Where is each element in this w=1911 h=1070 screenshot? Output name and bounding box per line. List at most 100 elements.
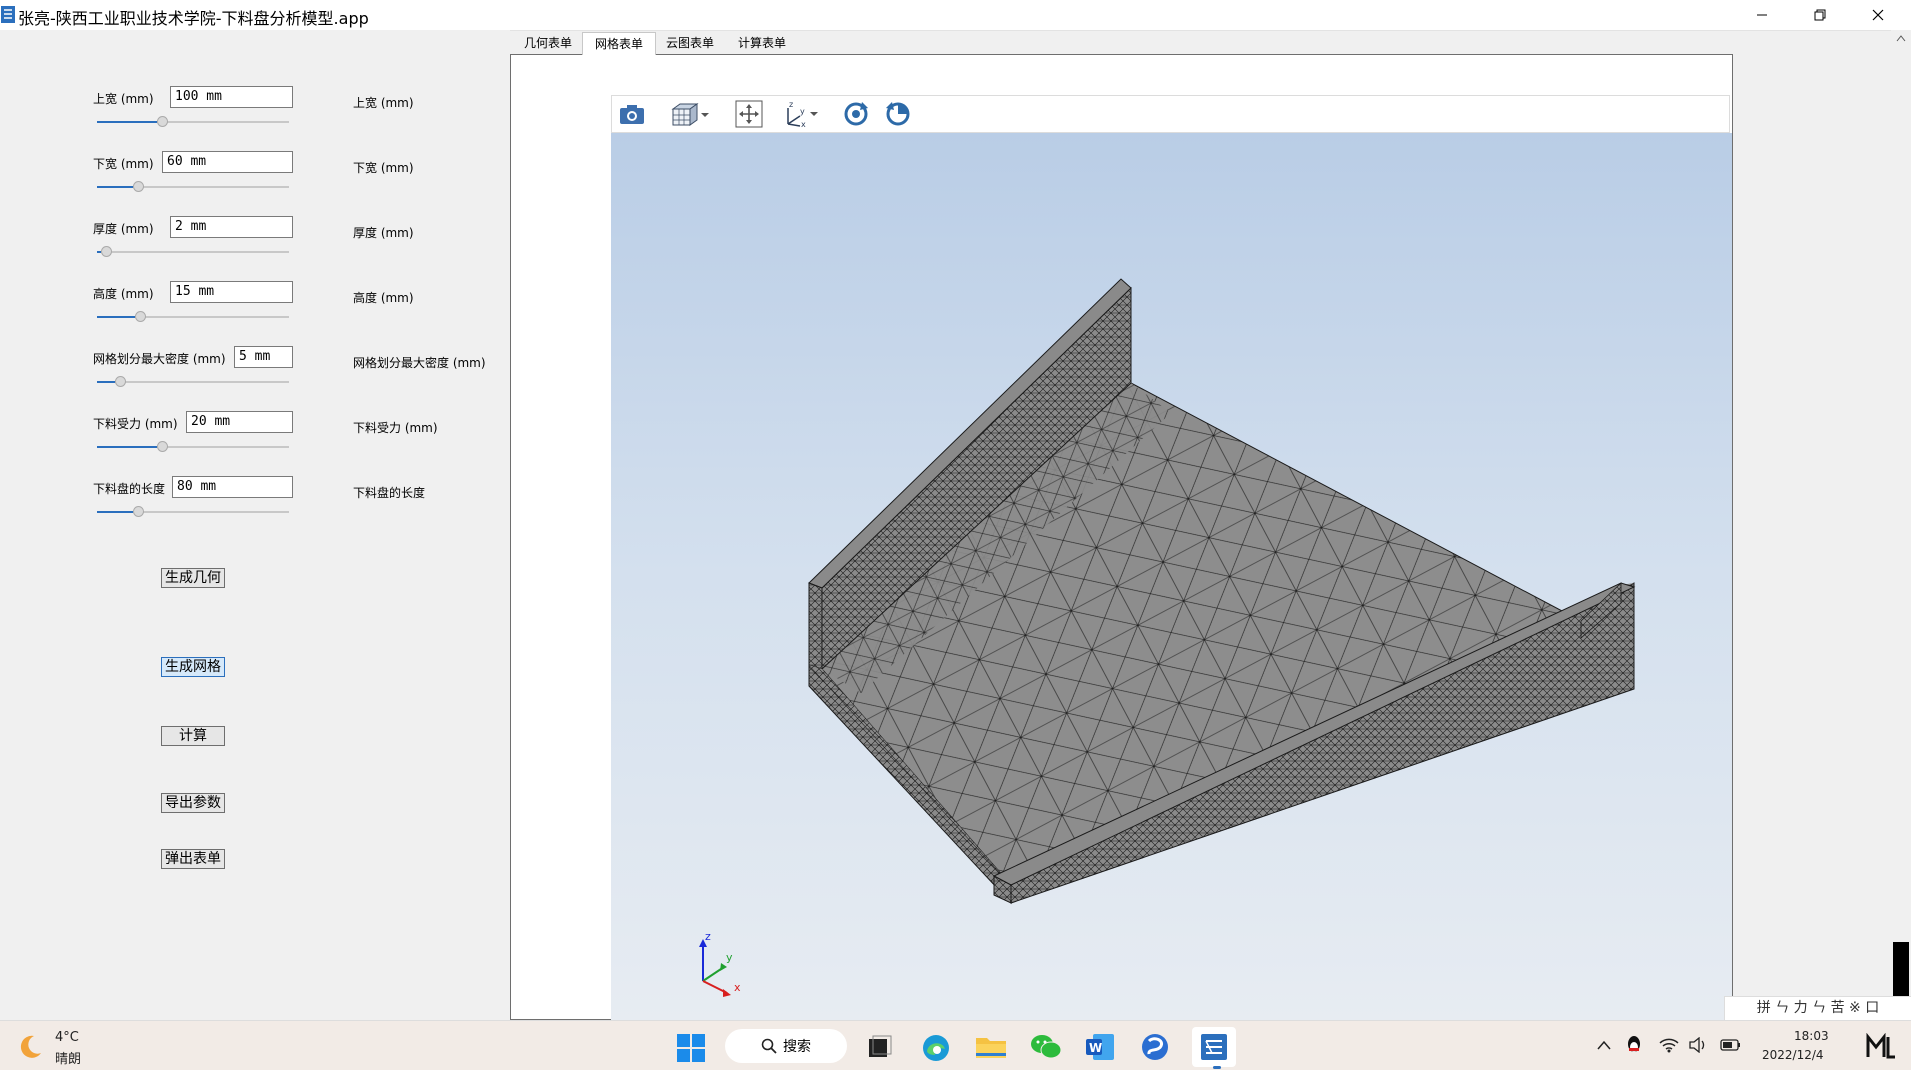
slider-thumb[interactable] <box>133 506 144 517</box>
output-label-load: 下料受力 (mm) <box>353 421 438 435</box>
slider-thumb[interactable] <box>115 376 126 387</box>
minimize-icon <box>1757 14 1767 16</box>
task-view-icon <box>869 1035 892 1057</box>
axis-x-label: x <box>734 981 741 994</box>
edge-icon <box>923 1035 949 1061</box>
svg-text:x: x <box>801 120 806 128</box>
slider-thumb[interactable] <box>133 181 144 192</box>
length-slider[interactable] <box>97 506 289 517</box>
export-params-button[interactable]: 导出参数 <box>161 793 225 813</box>
axis-triad: z y x <box>699 933 741 997</box>
weather-moon-icon[interactable] <box>14 1033 44 1059</box>
rotate-cw-icon[interactable] <box>840 96 872 132</box>
bottom-width-slider[interactable] <box>97 181 289 192</box>
close-button[interactable] <box>1849 0 1907 30</box>
slider-thumb[interactable] <box>157 441 168 452</box>
volume-icon[interactable] <box>1688 1037 1708 1053</box>
app-taskbar-button[interactable] <box>1192 1027 1236 1067</box>
weather-temp[interactable]: 4°C <box>55 1030 79 1045</box>
scroll-up-icon[interactable] <box>1896 34 1906 42</box>
mesh-density-input[interactable]: 5 mm <box>234 346 293 368</box>
thickness-input[interactable]: 2 mm <box>170 216 293 238</box>
scroll-thumb[interactable] <box>1893 942 1909 1004</box>
param-label-mesh-density: 网格划分最大密度 (mm) <box>93 352 226 366</box>
popup-form-button[interactable]: 弹出表单 <box>161 849 225 869</box>
restore-button[interactable] <box>1791 0 1849 30</box>
slider-thumb[interactable] <box>101 246 112 257</box>
clock-time[interactable]: 18:03 <box>1794 1029 1829 1043</box>
start-button[interactable] <box>676 1033 706 1066</box>
output-label-height: 高度 (mm) <box>353 291 414 305</box>
qq-icon[interactable] <box>1626 1035 1642 1055</box>
vertical-scrollbar[interactable] <box>1891 30 1911 1020</box>
battery-icon[interactable] <box>1720 1037 1742 1053</box>
compute-button[interactable]: 计算 <box>161 726 225 746</box>
sogou-browser-icon <box>1142 1034 1168 1060</box>
mesh-model <box>808 278 1636 905</box>
height-slider[interactable] <box>97 311 289 322</box>
top-width-slider[interactable] <box>97 116 289 127</box>
slider-fill <box>97 121 157 123</box>
search-icon <box>761 1038 777 1054</box>
tab-geometry[interactable]: 几何表单 <box>512 32 584 54</box>
axis-orientation-icon[interactable]: zyx <box>778 96 822 132</box>
slider-thumb[interactable] <box>135 311 146 322</box>
folder-icon <box>976 1038 1006 1058</box>
title-bar: 张亮-陕西工业职业技术学院-下料盘分析模型.app <box>0 0 1911 31</box>
3d-viewport[interactable]: z y x <box>611 133 1732 1020</box>
zoom-extents-icon[interactable] <box>734 96 764 132</box>
length-input[interactable]: 80 mm <box>172 476 293 498</box>
thickness-slider[interactable] <box>97 246 289 257</box>
svg-text:z: z <box>789 100 793 109</box>
load-slider[interactable] <box>97 441 289 452</box>
bottom-width-input[interactable]: 60 mm <box>162 151 293 173</box>
search-box[interactable]: 搜索 <box>725 1029 847 1063</box>
edge-button[interactable] <box>921 1033 951 1066</box>
app-icon <box>1 6 15 23</box>
parameter-panel <box>0 30 510 1020</box>
slider-thumb[interactable] <box>157 116 168 127</box>
view-cube-icon[interactable] <box>668 96 712 132</box>
viewer-toolbar: zyx <box>611 95 1730 133</box>
ime-toolbar[interactable]: 拼 ㄣ 力 ㄣ 苦 ※ 口 <box>1724 996 1911 1022</box>
output-label-bottom-width: 下宽 (mm) <box>353 161 414 175</box>
wechat-icon <box>1031 1035 1062 1059</box>
windows-icon <box>677 1034 705 1062</box>
notification-icon[interactable] <box>1866 1033 1896 1059</box>
chevron-up-icon[interactable] <box>1596 1039 1612 1051</box>
minimize-button[interactable] <box>1733 0 1791 30</box>
tab-calculation[interactable]: 计算表单 <box>726 32 798 54</box>
slider-fill <box>97 316 135 318</box>
word-button[interactable]: W <box>1085 1033 1115 1064</box>
taskbar: 4°C 晴朗 搜索 W 18:03 2022/12/4 <box>0 1020 1911 1070</box>
generate-mesh-button[interactable]: 生成网格 <box>161 657 225 677</box>
mesh-density-slider[interactable] <box>97 376 289 387</box>
clock-date[interactable]: 2022/12/4 <box>1762 1048 1824 1062</box>
output-label-mesh-density: 网格划分最大密度 (mm) <box>353 356 486 370</box>
browser-button[interactable] <box>1140 1032 1170 1065</box>
param-label-height: 高度 (mm) <box>93 287 154 301</box>
param-label-top-width: 上宽 (mm) <box>93 92 154 106</box>
window-title: 张亮-陕西工业职业技术学院-下料盘分析模型.app <box>18 9 369 28</box>
slider-fill <box>97 446 157 448</box>
axis-z-label: z <box>705 933 711 943</box>
rotate-ccw-icon[interactable] <box>882 96 914 132</box>
wifi-icon[interactable] <box>1659 1037 1679 1053</box>
camera-icon[interactable] <box>616 96 648 132</box>
load-input[interactable]: 20 mm <box>186 411 293 433</box>
weather-desc[interactable]: 晴朗 <box>55 1048 81 1067</box>
tab-mesh[interactable]: 网格表单 <box>582 32 657 55</box>
slider-fill <box>97 381 115 383</box>
wechat-button[interactable] <box>1030 1033 1062 1064</box>
restore-icon <box>1814 9 1826 21</box>
svg-text:W: W <box>1089 1041 1102 1055</box>
task-view-button[interactable] <box>866 1033 894 1064</box>
param-label-bottom-width: 下宽 (mm) <box>93 157 154 171</box>
output-label-thickness: 厚度 (mm) <box>353 226 414 240</box>
height-input[interactable]: 15 mm <box>170 281 293 303</box>
file-explorer-button[interactable] <box>975 1034 1007 1063</box>
top-width-input[interactable]: 100 mm <box>170 86 293 108</box>
output-label-top-width: 上宽 (mm) <box>353 96 414 110</box>
generate-geometry-button[interactable]: 生成几何 <box>161 568 225 588</box>
tab-contour[interactable]: 云图表单 <box>654 32 726 54</box>
